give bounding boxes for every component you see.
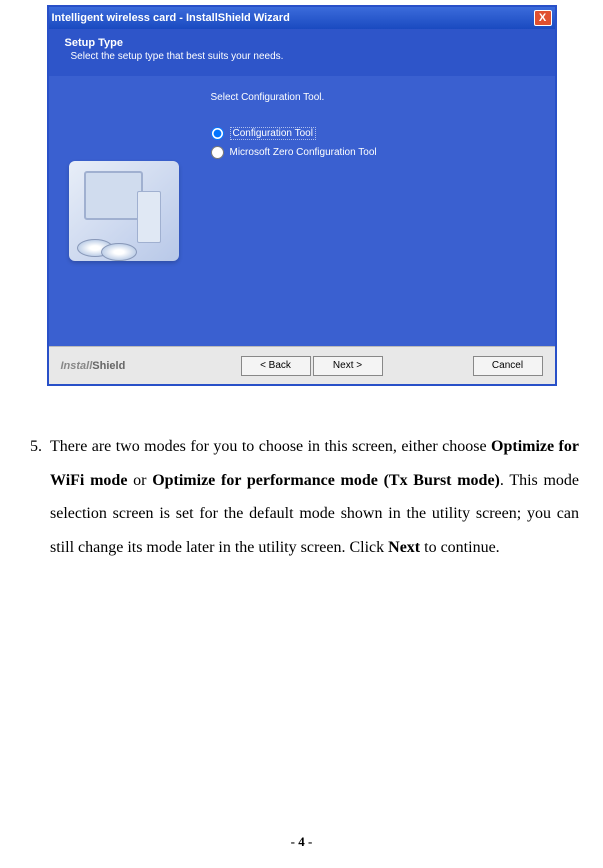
close-button[interactable]: X (534, 10, 552, 26)
close-icon: X (539, 12, 546, 24)
wizard-header: Setup Type Select the setup type that be… (49, 29, 555, 76)
install-wizard: Intelligent wireless card - InstallShiel… (47, 5, 557, 386)
cancel-button[interactable]: Cancel (473, 356, 543, 376)
window-title: Intelligent wireless card - InstallShiel… (52, 12, 290, 24)
paragraph-text: There are two modes for you to choose in… (50, 430, 579, 564)
computer-icon (69, 161, 179, 261)
radio-ms-zero-label: Microsoft Zero Configuration Tool (230, 147, 377, 158)
radio-config-tool[interactable]: Configuration Tool (211, 127, 543, 140)
page-number: - 4 - (0, 834, 603, 850)
list-number: 5. (20, 430, 50, 564)
installshield-logo: InstallShield (61, 360, 126, 372)
wizard-graphic (49, 76, 199, 346)
setup-type-subtitle: Select the setup type that best suits yo… (71, 51, 539, 62)
disc-icon-2 (101, 243, 137, 261)
titlebar: Intelligent wireless card - InstallShiel… (49, 7, 555, 29)
options-panel: Select Configuration Tool. Configuration… (199, 76, 555, 346)
bold-perf-mode: Optimize for performance mode (Tx Burst … (152, 472, 500, 489)
document-body: 5. There are two modes for you to choose… (20, 430, 583, 564)
wizard-body: Select Configuration Tool. Configuration… (49, 76, 555, 346)
bold-next: Next (388, 539, 420, 556)
next-button[interactable]: Next > (313, 356, 383, 376)
select-config-label: Select Configuration Tool. (211, 92, 543, 103)
back-button[interactable]: < Back (241, 356, 311, 376)
radio-config-tool-input[interactable] (211, 127, 224, 140)
radio-config-tool-label: Configuration Tool (230, 127, 316, 140)
button-bar: InstallShield < Back Next > Cancel (49, 346, 555, 384)
setup-type-title: Setup Type (65, 37, 539, 49)
radio-ms-zero-input[interactable] (211, 146, 224, 159)
radio-ms-zero[interactable]: Microsoft Zero Configuration Tool (211, 146, 543, 159)
